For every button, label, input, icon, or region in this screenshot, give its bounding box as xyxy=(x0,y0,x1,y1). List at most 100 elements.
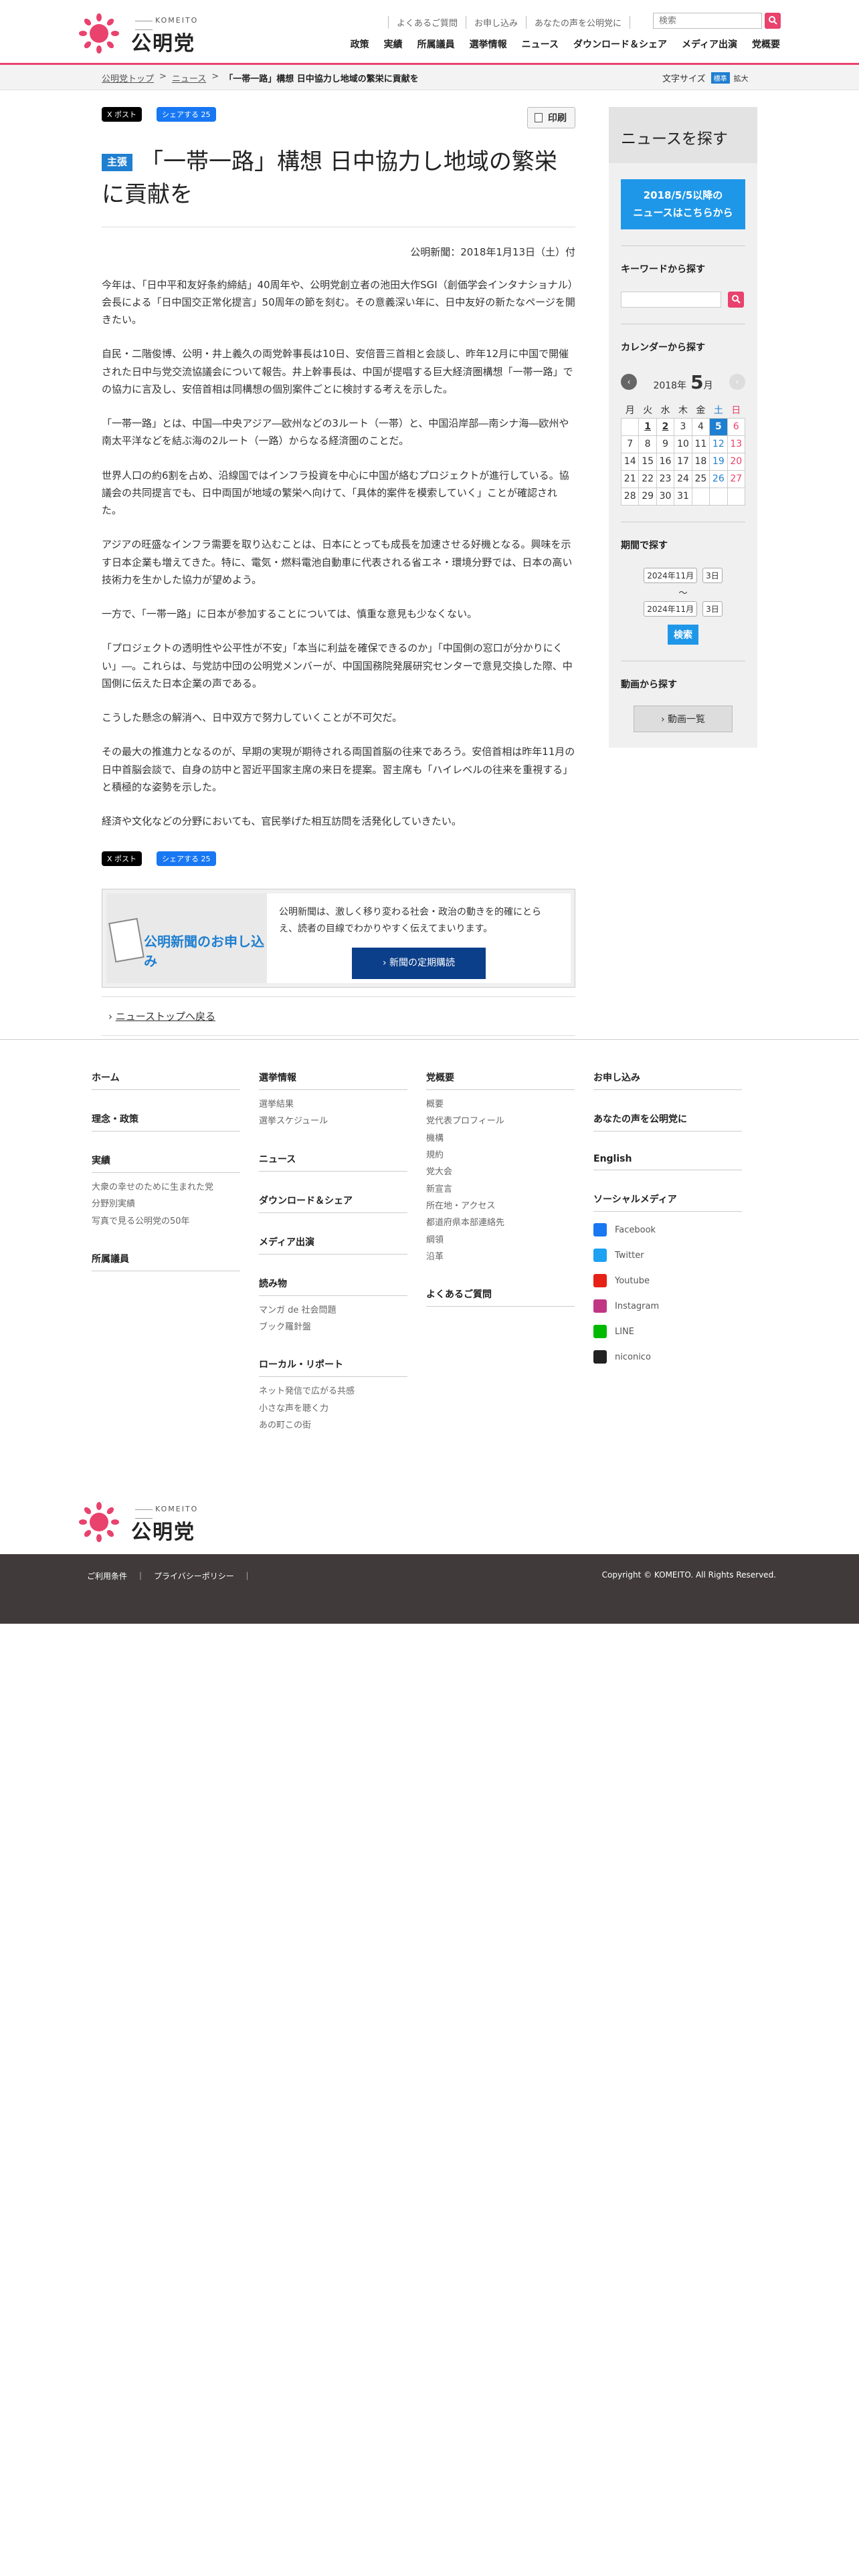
util-link-voice[interactable]: あなたの声を公明党に xyxy=(525,16,630,29)
footer-link[interactable]: 綱領 xyxy=(426,1232,575,1249)
calendar-day: 10 xyxy=(674,435,692,453)
footer-heading[interactable]: ローカル・リポート xyxy=(259,1358,407,1378)
footer-heading[interactable]: 理念・政策 xyxy=(92,1112,240,1132)
x-post-button[interactable]: X ポスト xyxy=(102,107,142,122)
footer-heading[interactable]: 実績 xyxy=(92,1154,240,1173)
footer-link[interactable]: 所在地・アクセス xyxy=(426,1198,575,1214)
footer-link[interactable]: 新宣言 xyxy=(426,1181,575,1198)
footer-heading[interactable]: 所属議員 xyxy=(92,1252,240,1272)
footer-link[interactable]: 小さな声を聴く力 xyxy=(259,1400,407,1417)
footer-logo[interactable]: KOMEITO 公明党 xyxy=(79,1501,213,1544)
site-logo[interactable]: KOMEITO 公明党 xyxy=(79,12,213,56)
breadcrumb-news[interactable]: ニュース xyxy=(172,72,206,84)
footer-heading[interactable]: ニュース xyxy=(259,1152,407,1172)
footer-link[interactable]: 大衆の幸せのために生まれた党 xyxy=(92,1179,240,1196)
period-from-day-select[interactable]: 3日 xyxy=(702,567,723,583)
nav-news[interactable]: ニュース xyxy=(522,37,559,51)
footer-link[interactable]: 写真で見る公明党の50年 xyxy=(92,1213,240,1230)
social-link-facebook[interactable]: Facebook xyxy=(593,1223,742,1237)
search-button[interactable] xyxy=(765,13,781,29)
footer-link[interactable]: 党代表プロフィール xyxy=(426,1113,575,1130)
nav-about[interactable]: 党概要 xyxy=(752,37,780,51)
calendar-day: 14 xyxy=(620,452,640,471)
keyword-input[interactable] xyxy=(621,292,721,308)
nav-members[interactable]: 所属議員 xyxy=(417,37,455,51)
social-link-twitter[interactable]: Twitter xyxy=(593,1249,742,1262)
video-list-button[interactable]: › 動画一覧 xyxy=(634,705,733,732)
calendar-day: 21 xyxy=(620,469,640,488)
util-link-faq[interactable]: よくあるご質問 xyxy=(387,16,466,29)
social-link-niconico[interactable]: niconico xyxy=(593,1350,742,1364)
footer-group: 読み物マンガ de 社会問題 ブック羅針盤 xyxy=(259,1277,407,1336)
share-row-bottom: X ポスト シェアする 25 xyxy=(102,851,575,867)
period-to-day-select[interactable]: 3日 xyxy=(702,601,723,617)
news-after-line1: 2018/5/5以降の xyxy=(643,189,723,201)
social-link-instagram[interactable]: Instagram xyxy=(593,1299,742,1313)
font-size-standard-button[interactable]: 標準 xyxy=(710,72,730,84)
calendar-day: 4 xyxy=(691,417,710,436)
facebook-share-button[interactable]: シェアする 25 xyxy=(157,107,216,122)
period-from-month-select[interactable]: 2024年11月 xyxy=(644,567,698,583)
footer-heading[interactable]: English xyxy=(593,1154,742,1170)
calendar-day: 12 xyxy=(709,435,728,453)
x-post-button[interactable]: X ポスト xyxy=(102,851,142,867)
breadcrumb-current: 「一帯一路」構想 日中協力し地域の繁栄に貢献を xyxy=(224,74,419,84)
footer-link[interactable]: 沿革 xyxy=(426,1249,575,1265)
footer-heading[interactable]: 党概要 xyxy=(426,1071,575,1090)
utility-links: よくあるご質問 お申し込み あなたの声を公明党に xyxy=(387,16,630,29)
footer-link[interactable]: 分野別実績 xyxy=(92,1196,240,1212)
footer-group: ローカル・リポート ネット発信で広がる共感 小さな声を聴く力 あの町この街 xyxy=(259,1358,407,1434)
footer-link[interactable]: あの町この街 xyxy=(259,1417,407,1434)
back-to-news-link[interactable]: ニューストップへ戻る xyxy=(116,1010,215,1023)
footer-heading[interactable]: 選挙情報 xyxy=(259,1071,407,1090)
footer-link[interactable]: 選挙スケジュール xyxy=(259,1113,407,1130)
footer-link[interactable]: 選挙結果 xyxy=(259,1096,407,1113)
footer-link[interactable]: 党大会 xyxy=(426,1164,575,1180)
period-search-button[interactable]: 検索 xyxy=(668,624,698,645)
period-to-month-select[interactable]: 2024年11月 xyxy=(644,601,698,617)
footer-link[interactable]: ネット発信で広がる共感 xyxy=(259,1383,407,1400)
nav-download-share[interactable]: ダウンロード＆シェア xyxy=(573,37,667,51)
footer-heading[interactable]: ダウンロード＆シェア xyxy=(259,1194,407,1213)
footer-link[interactable]: マンガ de 社会問題 xyxy=(259,1302,407,1319)
keyword-search-button[interactable] xyxy=(728,292,744,308)
nav-policy[interactable]: 政策 xyxy=(351,37,369,51)
print-button[interactable]: 印刷 xyxy=(527,107,575,128)
social-label: Youtube xyxy=(615,1275,650,1286)
footer-link[interactable]: 機構 xyxy=(426,1130,575,1147)
footer-heading[interactable]: ホーム xyxy=(92,1071,240,1090)
footer-heading[interactable]: よくあるご質問 xyxy=(426,1287,575,1307)
news-after-button[interactable]: 2018/5/5以降の ニュースはこちらから xyxy=(621,179,745,229)
footer-heading[interactable]: メディア出演 xyxy=(259,1235,407,1255)
footer-link-privacy[interactable]: プライバシーポリシー xyxy=(154,1570,234,1582)
nav-elections[interactable]: 選挙情報 xyxy=(470,37,507,51)
article: X ポスト シェアする 25 印刷 主張 「一帯一路」構想 日中協力し地域の繁栄に… xyxy=(102,107,575,1036)
title-wrap: 主張 「一帯一路」構想 日中協力し地域の繁栄に貢献を xyxy=(102,146,575,227)
facebook-share-button[interactable]: シェアする 25 xyxy=(157,851,216,867)
util-link-apply[interactable]: お申し込み xyxy=(465,16,526,29)
subscribe-text-wrap: 公明新聞は、激しく移り変わる社会・政治の動きを的確にとらえ、読者の目線でわかりや… xyxy=(267,893,571,983)
footer-column-2: 選挙情報選挙結果 選挙スケジュール ニュースダウンロード＆シェア メディア出演 読み物マ… xyxy=(259,1071,407,1456)
period-tilde: 〜 xyxy=(678,588,688,599)
font-size-large-button[interactable]: 拡大 xyxy=(734,73,749,84)
footer-link[interactable]: 概要 xyxy=(426,1096,575,1113)
footer-heading[interactable]: お申し込み xyxy=(593,1071,742,1090)
calendar-next-button[interactable]: › xyxy=(729,374,745,390)
subscribe-button[interactable]: › 新聞の定期購読 xyxy=(352,948,486,979)
calendar-week: 7 8 9 10 11 12 13 xyxy=(620,435,746,453)
footer-link[interactable]: ブック羅針盤 xyxy=(259,1319,407,1335)
footer-link[interactable]: 都道府県本部連絡先 xyxy=(426,1214,575,1231)
calendar-day[interactable]: 1 xyxy=(638,417,657,436)
social-link-line[interactable]: LINE xyxy=(593,1325,742,1338)
footer-heading[interactable]: 読み物 xyxy=(259,1277,407,1296)
footer-link[interactable]: 規約 xyxy=(426,1147,575,1164)
calendar-day[interactable]: 2 xyxy=(656,417,675,436)
nav-media[interactable]: メディア出演 xyxy=(682,37,737,51)
social-link-youtube[interactable]: Youtube xyxy=(593,1274,742,1287)
nav-achievements[interactable]: 実績 xyxy=(384,37,403,51)
footer-link-terms[interactable]: ご利用条件 xyxy=(87,1570,127,1582)
breadcrumb-home[interactable]: 公明党トップ xyxy=(102,72,154,84)
search-input[interactable] xyxy=(653,13,762,29)
footer-heading[interactable]: あなたの声を公明党に xyxy=(593,1112,742,1132)
article-paragraph: 自民・二階俊博、公明・井上義久の両党幹事長は10日、安倍晋三首相と会談し、昨年1… xyxy=(102,348,573,395)
